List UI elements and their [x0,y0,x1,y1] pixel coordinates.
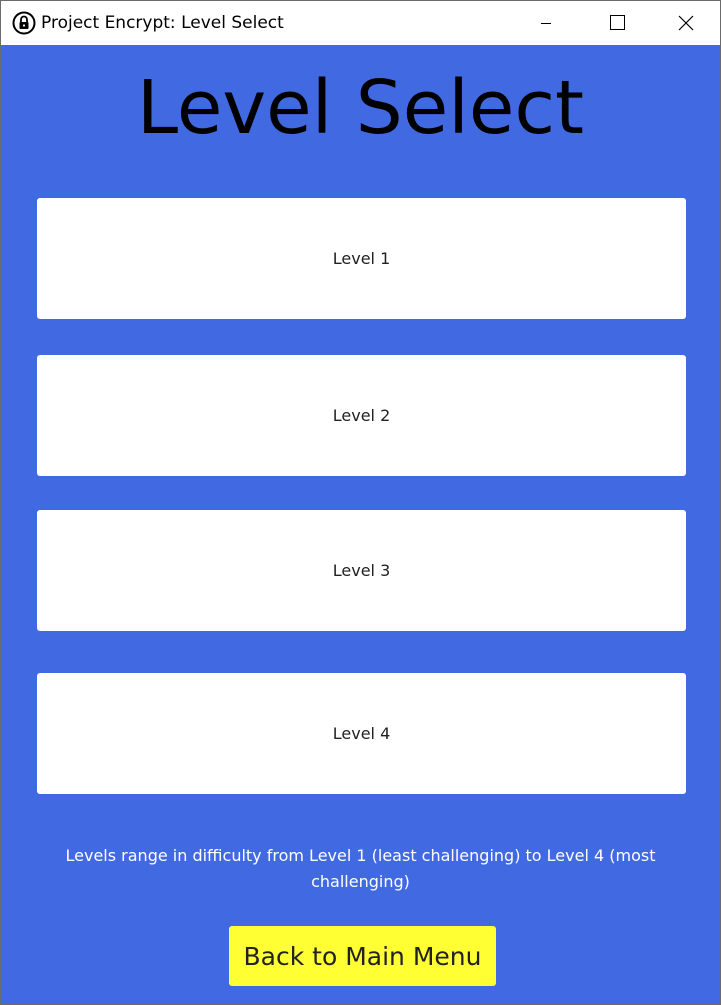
level-4-button[interactable]: Level 4 [37,673,686,794]
difficulty-note: Levels range in difficulty from Level 1 … [65,846,656,891]
level-select-panel: Level Select Level 1 Level 2 Level 3 Lev… [1,45,720,1004]
level-1-button[interactable]: Level 1 [37,198,686,319]
back-to-main-menu-button[interactable]: Back to Main Menu [229,926,496,986]
maximize-button[interactable] [581,1,651,45]
close-button[interactable] [651,1,721,45]
maximize-icon [610,15,625,30]
minimize-icon [541,23,551,24]
window-title: Project Encrypt: Level Select [41,13,284,33]
level-3-button[interactable]: Level 3 [37,510,686,631]
page-title: Level Select [136,65,585,151]
app-window: Project Encrypt: Level Select Level Sele… [0,0,721,1005]
title-bar[interactable]: Project Encrypt: Level Select [1,1,720,45]
minimize-button[interactable] [511,1,581,45]
close-icon [678,15,694,31]
lock-icon [12,11,36,35]
level-2-button[interactable]: Level 2 [37,355,686,476]
